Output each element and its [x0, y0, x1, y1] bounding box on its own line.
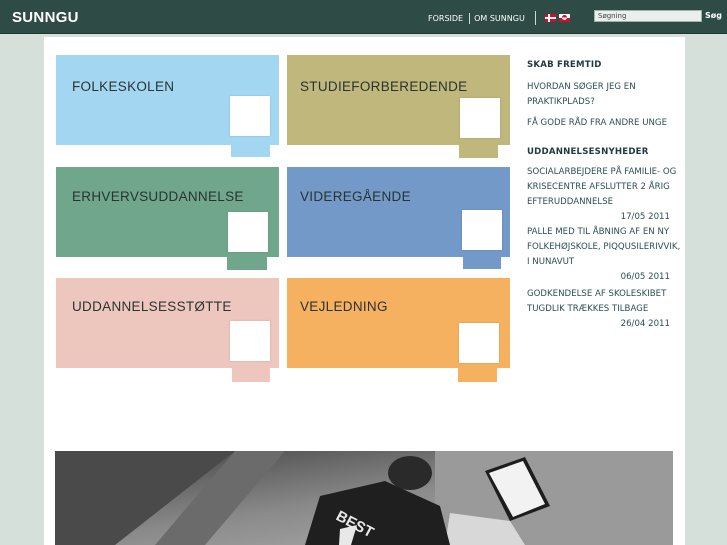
- nav-om-sunngu[interactable]: OM SUNNGU: [474, 14, 525, 23]
- sidebar: SKAB FREMTID HVORDAN SØGER JEG EN PRAKTI…: [527, 58, 682, 332]
- tile-tab: [459, 139, 498, 158]
- news-date: 17/05 2011: [620, 212, 670, 222]
- nav-divider: [534, 11, 536, 25]
- nav-divider: [469, 12, 471, 24]
- tile-label: VIDEREGÅENDE: [300, 189, 411, 204]
- news-date: 26/04 2011: [620, 319, 670, 329]
- tile-tab: [231, 138, 270, 157]
- tile-tab: [227, 250, 267, 270]
- tile-label: FOLKESKOLEN: [72, 79, 175, 94]
- sidebar-heading-skab-fremtid: SKAB FREMTID: [527, 60, 602, 70]
- news-item[interactable]: GODKENDELSE AF SKOLESKIBET TUGDLIK TRÆKK…: [527, 287, 682, 317]
- tile-square-icon: [459, 323, 499, 363]
- sidebar-heading-uddannelsesnyheder: UDDANNELSESNYHEDER: [527, 147, 649, 157]
- tile-label: UDDANNELSESSTØTTE: [72, 299, 232, 314]
- main-nav: FORSIDE OM SUNNGU: [428, 11, 573, 25]
- tile-tab: [463, 250, 501, 269]
- sidebar-link-gode-raad[interactable]: FÅ GODE RÅD FRA ANDRE UNGE: [527, 116, 682, 131]
- tile-square-icon: [228, 212, 268, 252]
- search-button[interactable]: Søg: [705, 11, 722, 20]
- news-item[interactable]: PALLE MED TIL ÅBNING AF EN NY FOLKEHØJSK…: [527, 225, 682, 270]
- news-date: 06/05 2011: [620, 272, 670, 282]
- search-input[interactable]: [594, 10, 702, 22]
- sidebar-link-praktikplads[interactable]: HVORDAN SØGER JEG EN PRAKTIKPLADS?: [527, 80, 682, 110]
- tile-tab: [458, 363, 497, 382]
- tile-square-icon: [230, 321, 270, 361]
- tile-tab: [232, 362, 270, 382]
- tile-label: VEJLEDNING: [300, 299, 388, 314]
- tile-square-icon: [462, 210, 502, 250]
- site-logo[interactable]: SUNNGU: [12, 9, 79, 26]
- top-bar: SUNNGU FORSIDE OM SUNNGU Søg: [0, 0, 727, 34]
- nav-forside[interactable]: FORSIDE: [428, 14, 463, 23]
- danish-flag-icon[interactable]: [544, 14, 556, 22]
- banner-photo: BEST: [55, 451, 673, 545]
- tile-label: STUDIEFORBEREDENDE: [300, 79, 468, 94]
- tile-label: ERHVERVSUDDANNELSE: [72, 189, 244, 204]
- tile-square-icon: [460, 98, 500, 138]
- tile-square-icon: [230, 96, 270, 136]
- banner-photo-image: BEST: [55, 451, 673, 545]
- news-item[interactable]: SOCIALARBEJDERE PÅ FAMILIE- OG KRISECENT…: [527, 165, 682, 210]
- greenlandic-flag-icon[interactable]: [558, 14, 570, 22]
